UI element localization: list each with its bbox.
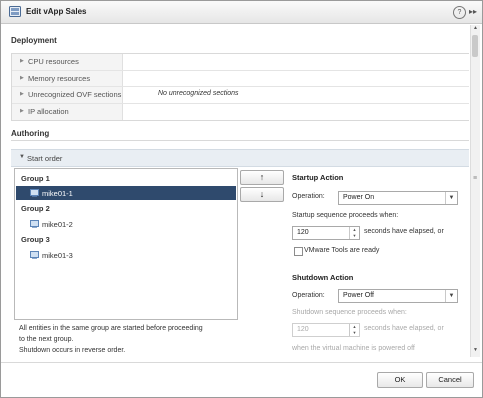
shutdown-action-title: Shutdown Action bbox=[292, 273, 354, 282]
shutdown-operation-label: Operation: bbox=[292, 292, 325, 299]
vm-row-mike01-1[interactable]: mike01-1 bbox=[16, 186, 236, 200]
deployment-row-ip[interactable]: ▶ IP allocation bbox=[12, 104, 469, 120]
scroll-up-icon[interactable]: ▲ bbox=[471, 25, 480, 33]
divider bbox=[11, 140, 469, 141]
startup-seconds-stepper[interactable]: 120 ▲ ▼ bbox=[292, 226, 360, 240]
vm-label: mike01-3 bbox=[42, 251, 73, 260]
chevron-down-icon: ▼ bbox=[445, 290, 457, 302]
shutdown-powered-off-label: when the virtual machine is powered off bbox=[292, 345, 415, 352]
edit-vapp-dialog: Edit vApp Sales ? ▸▸ Deployment ▶ CPU re… bbox=[0, 0, 483, 398]
vm-label: mike01-1 bbox=[42, 189, 73, 198]
expand-triangle-icon[interactable]: ▶ bbox=[20, 91, 24, 97]
row-label: CPU resources bbox=[28, 57, 79, 66]
startup-action-title: Startup Action bbox=[292, 173, 344, 182]
group-label: Group 1 bbox=[21, 174, 50, 183]
group-label: Group 3 bbox=[21, 235, 50, 244]
deployment-row-ovf[interactable]: ▶ Unrecognized OVF sections No unrecogni… bbox=[12, 87, 469, 105]
vm-icon bbox=[30, 251, 39, 259]
select-value: Power On bbox=[343, 194, 375, 201]
vm-icon bbox=[30, 189, 39, 197]
vm-label: mike01-2 bbox=[42, 220, 73, 229]
dialog-title: Edit vApp Sales bbox=[26, 7, 87, 16]
vm-row-mike01-2[interactable]: mike01-2 bbox=[16, 217, 236, 231]
arrow-down-icon: ↓ bbox=[259, 189, 265, 199]
vm-row-mike01-3[interactable]: mike01-3 bbox=[16, 248, 236, 262]
start-order-header[interactable]: ▼ Start order bbox=[11, 149, 469, 167]
startup-operation-label: Operation: bbox=[292, 193, 325, 200]
vmware-tools-label: VMware Tools are ready bbox=[304, 247, 380, 254]
help-icon[interactable]: ? bbox=[453, 6, 466, 19]
scroll-thumb[interactable] bbox=[472, 35, 478, 57]
stepper-value: 120 bbox=[297, 229, 309, 236]
stepper-arrows-icon[interactable]: ▲ ▼ bbox=[349, 227, 359, 239]
select-value: Power Off bbox=[343, 292, 374, 299]
vertical-scrollbar[interactable]: ▲ ≡ ▼ bbox=[470, 25, 480, 357]
deployment-table: ▶ CPU resources ▶ Memory resources ▶ Unr… bbox=[11, 53, 469, 121]
row-label: Unrecognized OVF sections bbox=[28, 90, 122, 100]
move-up-button[interactable]: ↑ bbox=[240, 170, 284, 185]
vmware-tools-checkbox[interactable] bbox=[294, 247, 303, 256]
note-line-3: Shutdown occurs in reverse order. bbox=[19, 347, 126, 354]
scroll-down-icon[interactable]: ▼ bbox=[471, 347, 480, 355]
start-order-label: Start order bbox=[27, 154, 63, 163]
vm-icon bbox=[30, 220, 39, 228]
startup-operation-select[interactable]: Power On ▼ bbox=[338, 191, 458, 205]
row-label: IP allocation bbox=[28, 107, 69, 117]
stepper-arrows-icon[interactable]: ▲ ▼ bbox=[349, 324, 359, 336]
expand-icon[interactable]: ▸▸ bbox=[469, 7, 477, 16]
footer-divider bbox=[1, 362, 482, 363]
shutdown-operation-select[interactable]: Power Off ▼ bbox=[338, 289, 458, 303]
shutdown-seconds-stepper[interactable]: 120 ▲ ▼ bbox=[292, 323, 360, 337]
row-value: No unrecognized sections bbox=[158, 90, 239, 98]
startup-seconds-label: seconds have elapsed, or bbox=[364, 228, 444, 235]
deployment-row-memory[interactable]: ▶ Memory resources bbox=[12, 70, 469, 88]
cancel-button[interactable]: Cancel bbox=[426, 372, 474, 388]
move-down-button[interactable]: ↓ bbox=[240, 187, 284, 202]
deployment-row-cpu[interactable]: ▶ CPU resources bbox=[12, 54, 469, 71]
authoring-heading: Authoring bbox=[11, 129, 50, 138]
vapp-icon bbox=[9, 6, 21, 17]
group-list[interactable]: Group 1 mike01-1 Group 2 mike01-2 Group … bbox=[14, 168, 238, 320]
shutdown-seconds-label: seconds have elapsed, or bbox=[364, 325, 444, 332]
deployment-heading: Deployment bbox=[11, 36, 57, 45]
expand-triangle-icon[interactable]: ▶ bbox=[20, 108, 24, 114]
shutdown-sequence-label: Shutdown sequence proceeds when: bbox=[292, 309, 407, 316]
expand-triangle-icon[interactable]: ▶ bbox=[20, 58, 24, 64]
startup-sequence-label: Startup sequence proceeds when: bbox=[292, 212, 399, 219]
expand-triangle-icon[interactable]: ▶ bbox=[20, 75, 24, 81]
ok-button[interactable]: OK bbox=[377, 372, 423, 388]
dialog-content: Deployment ▶ CPU resources ▶ Memory reso… bbox=[6, 25, 469, 357]
title-bar: Edit vApp Sales ? ▸▸ bbox=[1, 1, 482, 24]
row-label: Memory resources bbox=[28, 73, 91, 83]
group-label: Group 2 bbox=[21, 204, 50, 213]
grip-icon: ≡ bbox=[473, 175, 478, 182]
note-line-1: All entities in the same group are start… bbox=[19, 325, 203, 332]
chevron-down-icon: ▼ bbox=[445, 192, 457, 204]
stepper-value: 120 bbox=[297, 326, 309, 333]
collapse-triangle-icon[interactable]: ▼ bbox=[19, 154, 25, 160]
arrow-up-icon: ↑ bbox=[259, 172, 265, 182]
note-line-2: to the next group. bbox=[19, 336, 74, 343]
